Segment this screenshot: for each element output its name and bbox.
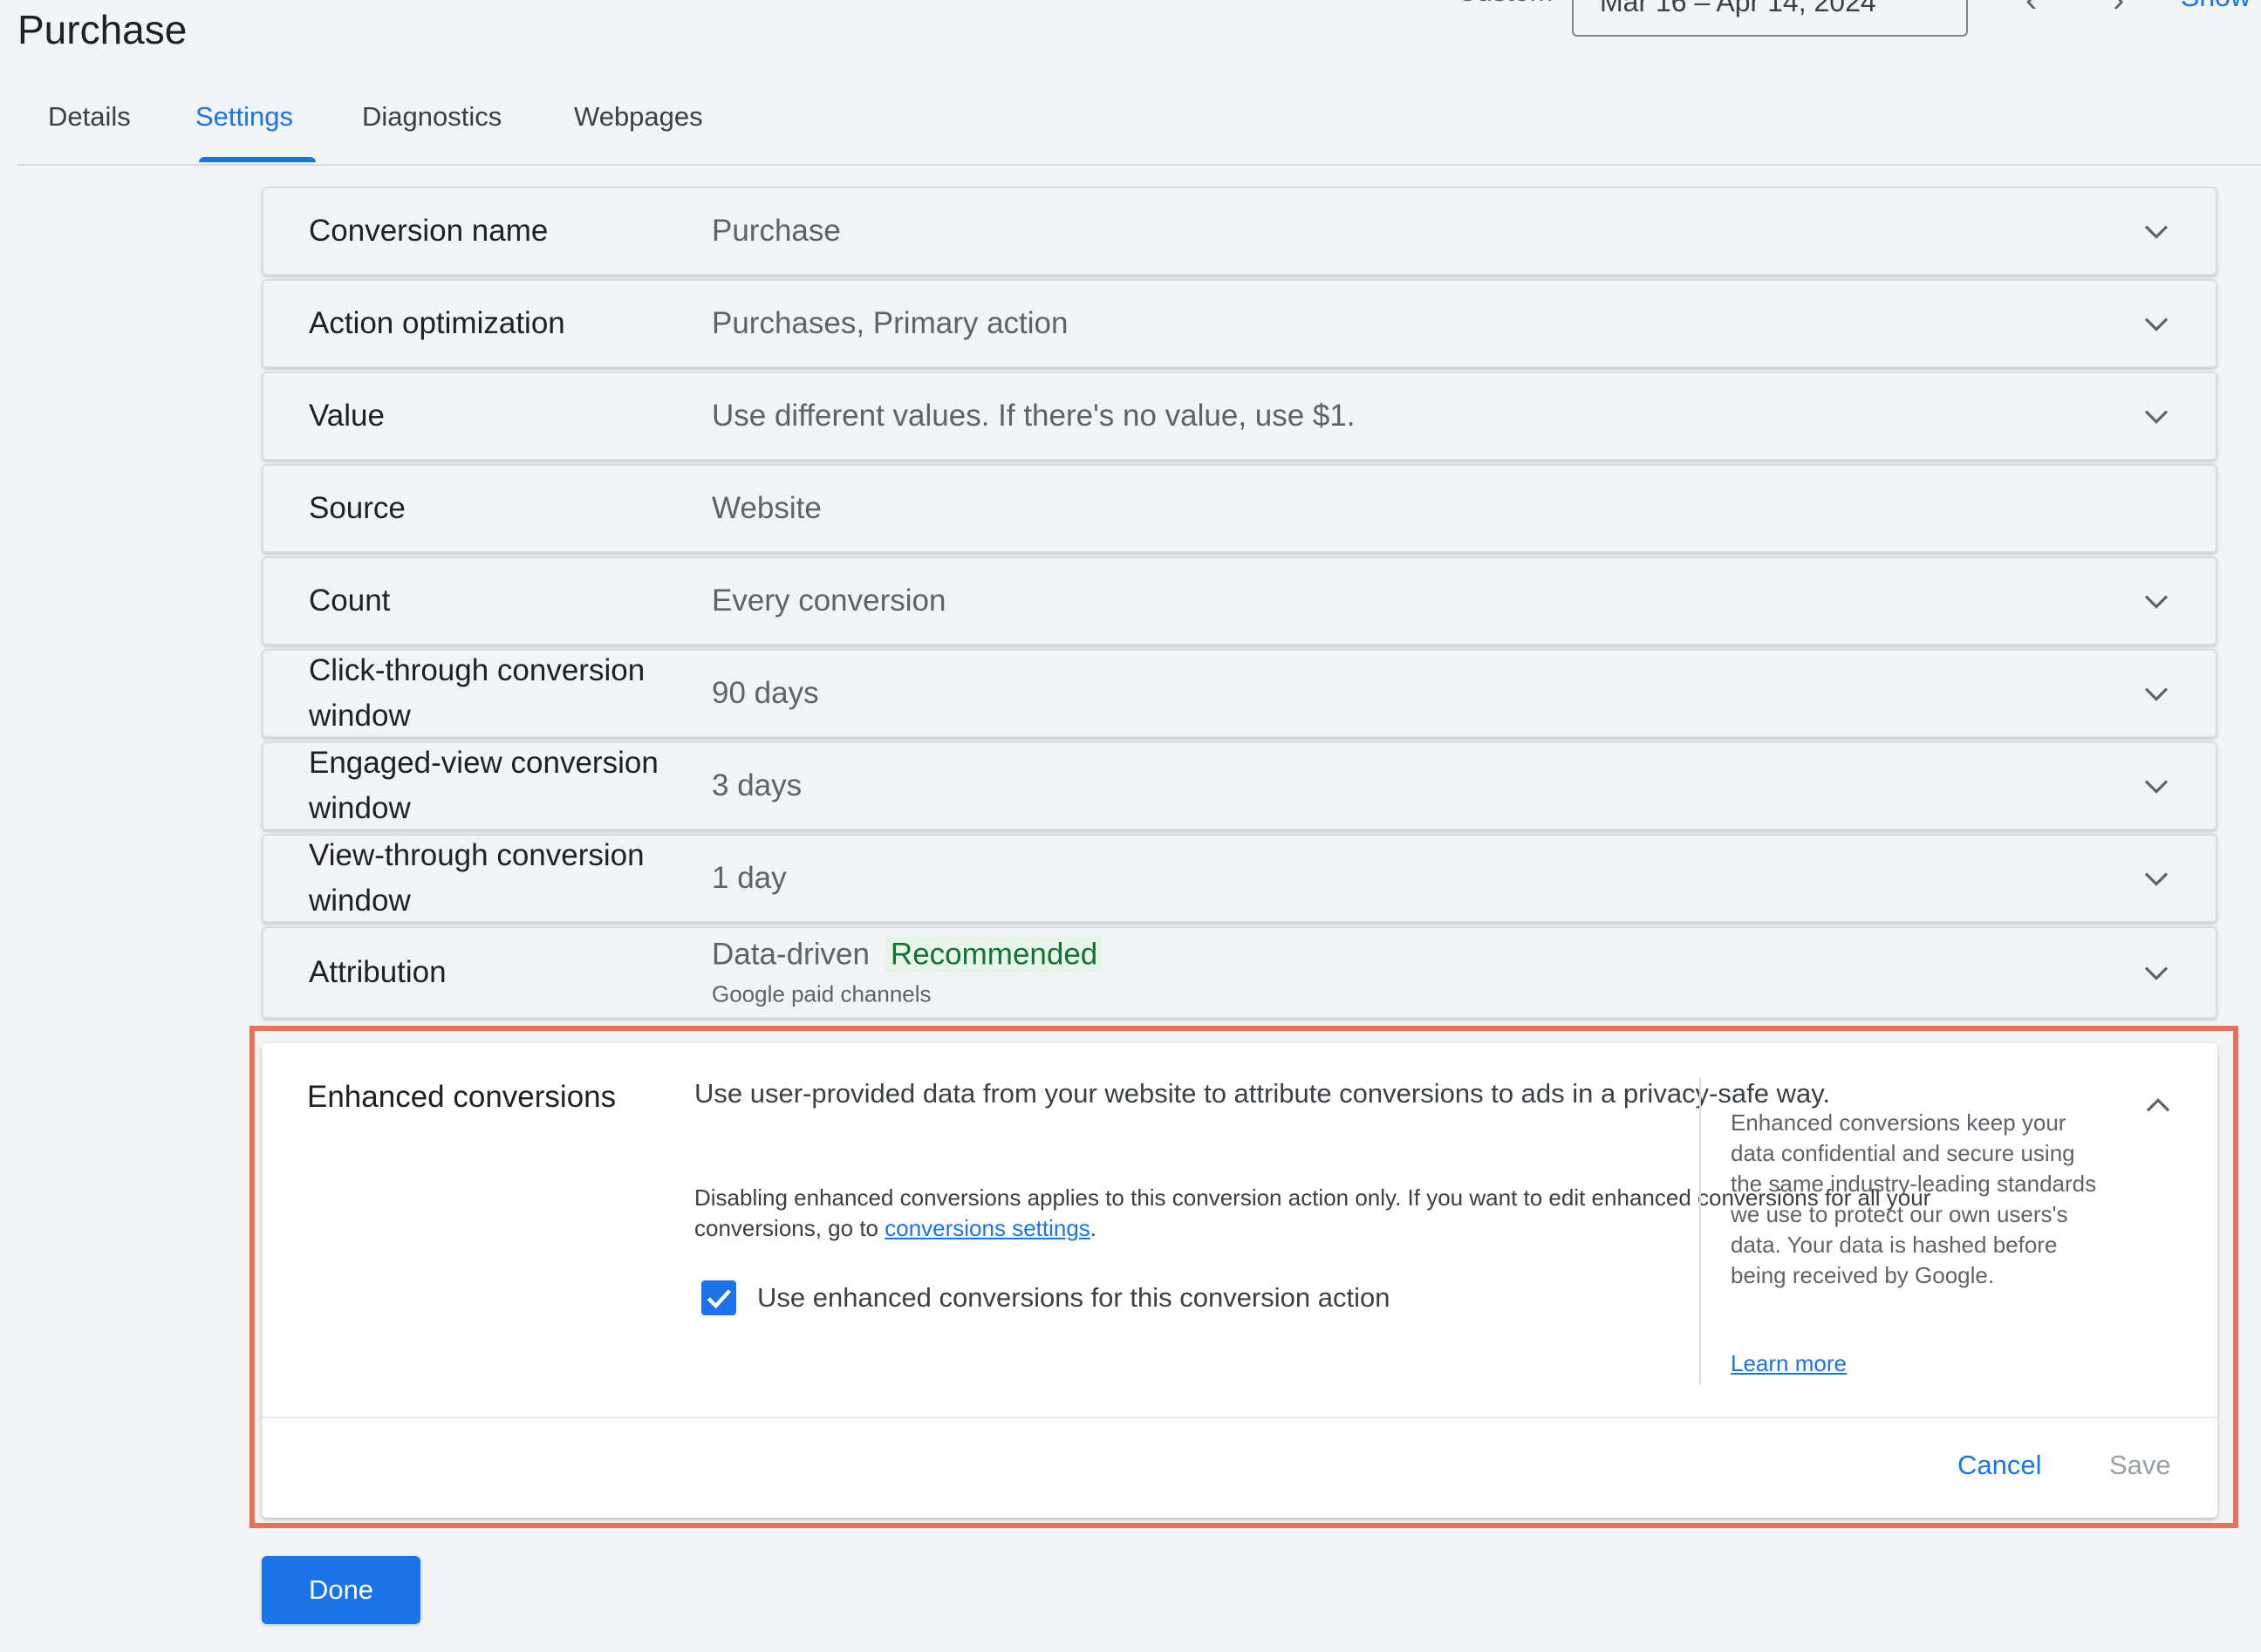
setting-row-count[interactable]: Count Every conversion xyxy=(262,556,2217,645)
setting-label: Source xyxy=(309,491,406,525)
setting-value: Website xyxy=(712,491,822,525)
chevron-down-icon[interactable] xyxy=(2142,772,2170,800)
setting-value: Purchases, Primary action xyxy=(712,306,1069,340)
date-range-picker[interactable]: Mar 16 – Apr 14, 2024 xyxy=(1572,0,1968,37)
page-title: Purchase xyxy=(17,7,188,52)
setting-value: 1 day xyxy=(712,861,787,895)
setting-value: 3 days xyxy=(712,768,803,802)
date-range-area: Custom Mar 16 – Apr 14, 2024 ‹ › Show xyxy=(1457,0,2261,44)
setting-value: Purchase xyxy=(712,214,841,248)
side-divider xyxy=(1699,1078,1701,1385)
tab-settings[interactable]: Settings xyxy=(195,101,293,133)
chevron-down-icon[interactable] xyxy=(2142,679,2170,707)
checkbox-label[interactable]: Use enhanced conversions for this conver… xyxy=(757,1282,1390,1314)
show-link[interactable]: Show xyxy=(2181,0,2251,13)
chevron-down-icon[interactable] xyxy=(2142,864,2170,892)
enhanced-conversions-checkbox[interactable] xyxy=(701,1280,736,1315)
note-end: . xyxy=(1090,1215,1097,1241)
setting-row-attribution[interactable]: Attribution Data-driven Recommended Googl… xyxy=(262,926,2217,1019)
chevron-left-icon[interactable]: ‹ xyxy=(2025,0,2037,20)
setting-label: Attribution xyxy=(309,955,447,989)
setting-row-value[interactable]: Value Use different values. If there's n… xyxy=(262,372,2217,461)
setting-value: Data-driven Recommended Google paid chann… xyxy=(712,937,1103,1008)
chevron-up-icon[interactable] xyxy=(2144,1092,2172,1120)
setting-row-view-through-window[interactable]: View-through conversion window 1 day xyxy=(262,834,2217,923)
setting-label: Count xyxy=(309,584,391,618)
tab-details[interactable]: Details xyxy=(48,101,131,133)
save-button[interactable]: Save xyxy=(2109,1450,2171,1481)
setting-label: Value xyxy=(309,399,385,433)
date-prefix-label: Custom xyxy=(1457,0,1553,8)
checkmark-icon xyxy=(707,1289,732,1309)
chevron-down-icon[interactable] xyxy=(2142,310,2170,338)
tab-bar: Details Settings Diagnostics Webpages xyxy=(17,87,2261,166)
recommended-badge: Recommended xyxy=(885,937,1103,972)
side-info-text: Enhanced conversions keep your data conf… xyxy=(1731,1109,2097,1288)
chevron-down-icon[interactable] xyxy=(2142,402,2170,430)
panel-footer-divider xyxy=(262,1416,2217,1418)
conversions-settings-link[interactable]: conversions settings xyxy=(885,1215,1090,1241)
setting-row-engaged-view-window[interactable]: Engaged-view conversion window 3 days xyxy=(262,741,2217,830)
setting-value: Every conversion xyxy=(712,584,946,618)
chevron-down-icon[interactable] xyxy=(2142,217,2170,245)
enhanced-conversions-panel: Enhanced conversions Use user-provided d… xyxy=(262,1043,2217,1518)
attribution-model: Data-driven xyxy=(712,937,870,972)
chevron-down-icon[interactable] xyxy=(2142,587,2170,615)
chevron-down-icon[interactable] xyxy=(2142,959,2170,986)
setting-label: View-through conversion window xyxy=(309,838,645,918)
setting-row-click-through-window[interactable]: Click-through conversion window 90 days xyxy=(262,649,2217,738)
setting-label: Action optimization xyxy=(309,306,565,340)
tab-diagnostics[interactable]: Diagnostics xyxy=(362,101,502,133)
cancel-button[interactable]: Cancel xyxy=(1957,1450,2042,1481)
active-tab-indicator xyxy=(199,157,316,162)
chevron-right-icon[interactable]: › xyxy=(2113,0,2124,20)
setting-row-source: Source Website xyxy=(262,464,2217,553)
setting-label: Click-through conversion window xyxy=(309,653,646,733)
setting-value: 90 days xyxy=(712,676,819,710)
attribution-channels: Google paid channels xyxy=(712,980,932,1007)
setting-label: Engaged-view conversion window xyxy=(309,746,659,825)
learn-more-link[interactable]: Learn more xyxy=(1731,1350,1847,1377)
setting-row-conversion-name[interactable]: Conversion name Purchase xyxy=(262,187,2217,276)
done-button[interactable]: Done xyxy=(262,1556,420,1624)
settings-list: Conversion name Purchase Action optimiza… xyxy=(262,187,2217,1022)
setting-label: Conversion name xyxy=(309,214,549,248)
setting-row-action-optimization[interactable]: Action optimization Purchases, Primary a… xyxy=(262,279,2217,368)
tab-webpages[interactable]: Webpages xyxy=(574,101,703,133)
panel-title: Enhanced conversions xyxy=(307,1080,617,1114)
setting-value: Use different values. If there's no valu… xyxy=(712,399,1356,433)
